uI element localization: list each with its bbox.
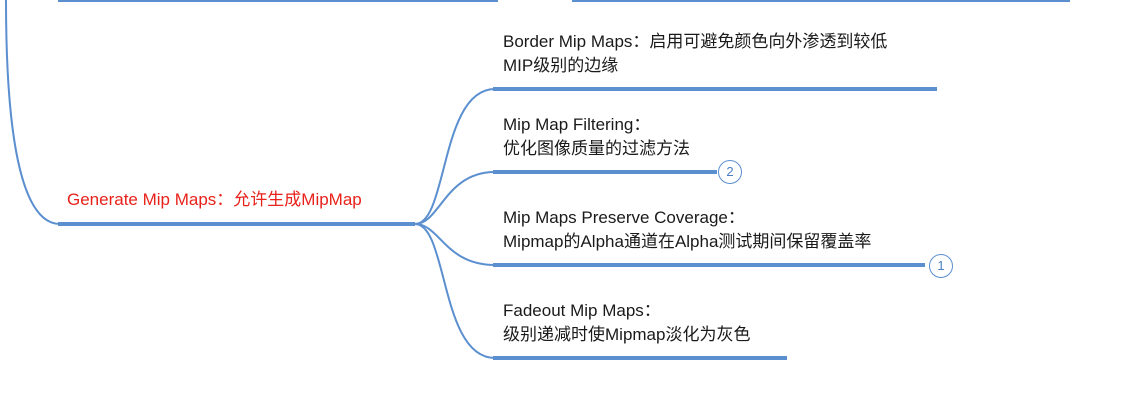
topic-mip-map-filtering-line1: Mip Map Filtering：: [503, 115, 651, 134]
topic-border-mip-maps-line1: Border Mip Maps：启用可避免颜色向外渗透到较低: [503, 32, 888, 51]
child-connector-border-mip-maps: [414, 88, 496, 225]
subtopic-count-badge-filtering[interactable]: 2: [718, 160, 742, 184]
child-connector-fadeout-mip-maps: [414, 223, 496, 359]
subtopic-count-badge-coverage[interactable]: 1: [929, 254, 953, 278]
topic-fadeout-mip-maps-line2: 级别递减时使Mipmap淡化为灰色: [503, 325, 751, 344]
topic-border-mip-maps-line2: MIP级别的边缘: [503, 56, 619, 75]
topic-border-mip-maps[interactable]: Border Mip Maps：启用可避免颜色向外渗透到较低 MIP级别的边缘: [503, 30, 887, 78]
topic-mip-maps-preserve-coverage[interactable]: Mip Maps Preserve Coverage： Mipmap的Alpha…: [503, 206, 871, 254]
topic-fadeout-mip-maps-line1: Fadeout Mip Maps：: [503, 301, 661, 320]
topic-preserve-coverage-line2: Mipmap的Alpha通道在Alpha测试期间保留覆盖率: [503, 232, 872, 251]
topic-mip-map-filtering-line2: 优化图像质量的过滤方法: [503, 139, 690, 158]
parent-branch-connector: [5, 0, 61, 225]
topic-mip-map-filtering[interactable]: Mip Map Filtering： 优化图像质量的过滤方法: [503, 113, 690, 161]
root-topic-generate-mip-maps[interactable]: Generate Mip Maps：允许生成MipMap: [67, 188, 362, 212]
topic-fadeout-mip-maps[interactable]: Fadeout Mip Maps： 级别递减时使Mipmap淡化为灰色: [503, 299, 750, 347]
topic-preserve-coverage-line1: Mip Maps Preserve Coverage：: [503, 208, 745, 227]
